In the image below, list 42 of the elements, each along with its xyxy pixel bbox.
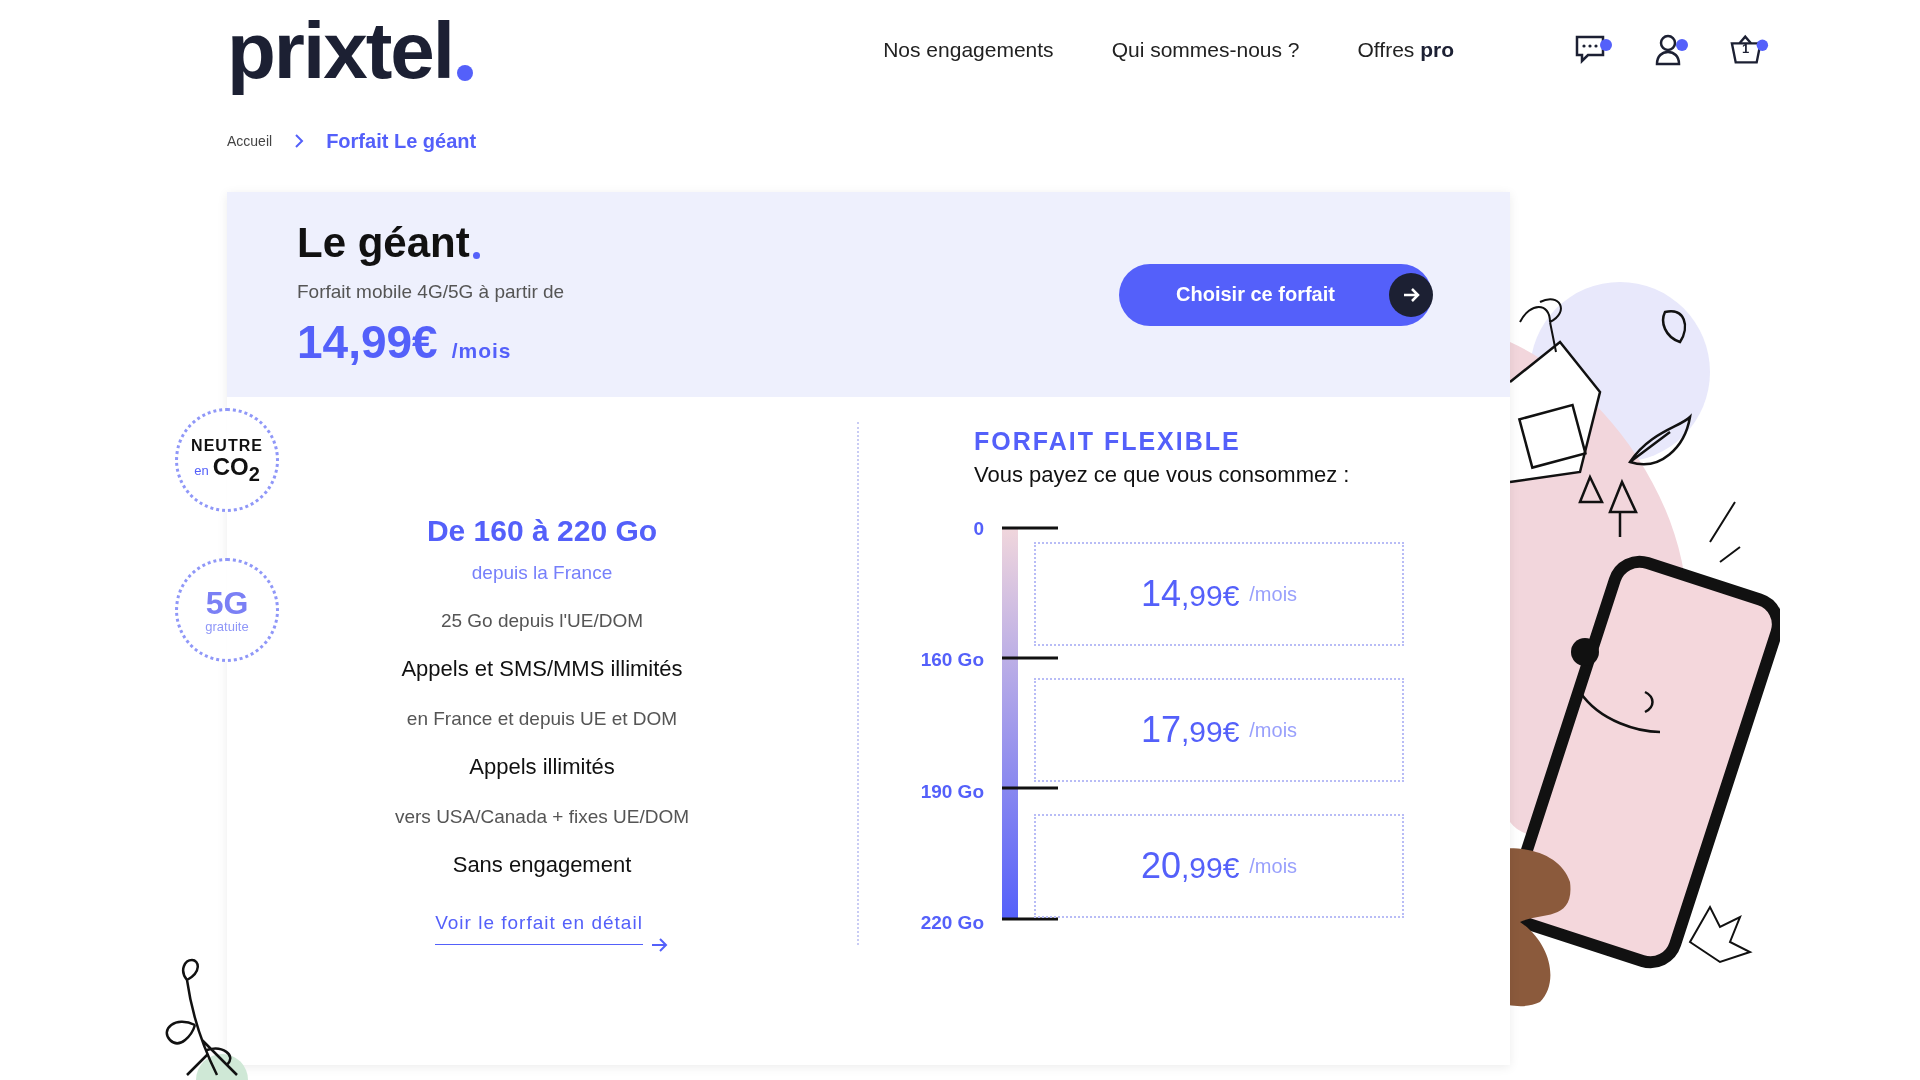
tier-price: 17,99€ — [1140, 709, 1240, 751]
nav-link[interactable]: Offres pro — [1357, 38, 1454, 62]
flexible-plan-subtitle: Vous payez ce que vous consommez : — [974, 462, 1351, 488]
badge-small-text: en — [194, 462, 209, 478]
plan-detail-link[interactable]: Voir le forfait en détail — [435, 912, 643, 945]
breadcrumb-link[interactable]: Accueil — [227, 133, 273, 149]
feature-text: vers USA/Canada + fixes UE/DOM — [394, 806, 690, 828]
logo[interactable]: prixtel — [227, 5, 454, 97]
choose-plan-button[interactable]: Choisir ce forfait — [1119, 263, 1432, 326]
nav-link[interactable]: Qui sommes-nous ? — [1111, 38, 1300, 62]
price-period: /mois — [451, 338, 512, 363]
badge-main-text: CO$_{2}$ — [212, 454, 260, 484]
offer-title: Le géant — [297, 220, 470, 267]
scale-label: 0 — [973, 518, 984, 540]
feature-text: Appels et SMS/MMS illimités — [401, 656, 683, 682]
badge-small-text: gratuite — [205, 618, 249, 634]
scale-label: 220 Go — [920, 912, 984, 934]
offer-subtitle: Forfait mobile 4G/5G à partir de — [297, 280, 565, 303]
scale-label: 160 Go — [920, 649, 984, 672]
logo-dot-icon — [457, 65, 474, 81]
arrow-right-icon — [650, 937, 669, 953]
chevron-right-icon — [294, 133, 305, 149]
feature-text: De 160 à 220 Go — [426, 514, 658, 548]
offer-price: 14,99€ — [297, 314, 438, 369]
feature-text: depuis la France — [471, 562, 613, 584]
scale-label: 190 Go — [920, 780, 984, 803]
basket-button[interactable]: 1 — [1730, 32, 1770, 68]
feature-text: Appels illimités — [469, 754, 615, 780]
tier-period: /mois — [1249, 854, 1298, 878]
tier-period: /mois — [1249, 718, 1298, 742]
tier-price: 14,99€ — [1140, 573, 1240, 615]
feature-text: en France et depuis UE et DOM — [406, 708, 678, 730]
title-dot-icon — [472, 251, 480, 259]
feature-text: 25 Go depuis l'UE/DOM — [440, 610, 644, 632]
breadcrumb-link[interactable]: Forfait Le géant — [326, 129, 477, 153]
tier-price: 20,99€ — [1140, 845, 1240, 887]
badge-main-text: 5G — [205, 586, 249, 619]
badge-title: NEUTRE — [191, 436, 263, 455]
feature-text: Sans engagement — [452, 852, 632, 878]
tier-period: /mois — [1249, 582, 1298, 606]
nav-link[interactable]: Nos engagements — [883, 38, 1054, 62]
flexible-plan-title: FORFAIT FLEXIBLE — [974, 427, 1242, 456]
